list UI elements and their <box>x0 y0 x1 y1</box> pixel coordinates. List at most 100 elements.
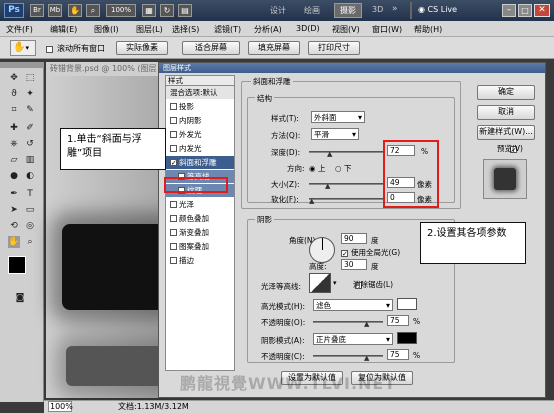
rotate-icon[interactable]: ↻ <box>160 4 174 17</box>
history-brush-icon[interactable]: ↺ <box>24 138 36 150</box>
style-checkbox[interactable] <box>170 102 177 110</box>
style-checkbox[interactable] <box>170 130 177 138</box>
menu-analysis[interactable]: 分析(A) <box>254 24 282 35</box>
highlight-opacity-input[interactable]: 75 <box>387 315 409 326</box>
actual-pixels-button[interactable]: 实际像素 <box>116 41 168 55</box>
workspace-design[interactable]: 设计 <box>270 5 286 16</box>
type-tool-icon[interactable]: T <box>24 188 36 200</box>
menu-image[interactable]: 图像(I) <box>94 24 119 35</box>
style-item-stroke[interactable]: 描边 <box>166 254 234 267</box>
bevel-style-select[interactable]: 外斜面 <box>311 111 365 123</box>
tool-preset-picker[interactable]: ✋▾ <box>10 40 36 56</box>
gradient-tool-icon[interactable]: ▥ <box>24 154 36 166</box>
clone-stamp-icon[interactable]: ⎈ <box>8 138 20 150</box>
style-item-outer-glow[interactable]: 外发光 <box>166 128 234 141</box>
direction-up-radio[interactable]: ◉ 上 <box>309 163 325 174</box>
foreground-color-swatch[interactable] <box>8 256 26 274</box>
menu-help[interactable]: 帮助(H) <box>414 24 442 35</box>
style-item-gradient-overlay[interactable]: 渐变叠加 <box>166 226 234 239</box>
style-checkbox[interactable] <box>170 214 177 222</box>
ok-button[interactable]: 确定 <box>477 85 535 100</box>
magic-wand-icon[interactable]: ✦ <box>24 88 36 100</box>
cs-live-button[interactable]: ◉ CS Live <box>418 5 457 14</box>
highlight-mode-select[interactable]: 滤色 <box>313 299 393 311</box>
eyedropper-icon[interactable]: ✎ <box>24 104 36 116</box>
highlight-opacity-thumb[interactable]: ▲ <box>364 321 370 328</box>
more-workspaces-icon[interactable]: » <box>392 4 398 14</box>
style-checkbox[interactable] <box>170 200 177 208</box>
angle-input[interactable]: 90 <box>341 233 367 244</box>
style-item-inner-shadow[interactable]: 内阴影 <box>166 114 234 127</box>
brush-tool-icon[interactable]: ✐ <box>24 122 36 134</box>
style-checkbox[interactable] <box>170 242 177 250</box>
shadow-opacity-thumb[interactable]: ▲ <box>364 355 370 362</box>
shape-tool-icon[interactable]: ▭ <box>24 204 36 216</box>
size-slider[interactable] <box>309 183 383 185</box>
gloss-contour-picker[interactable] <box>309 273 331 293</box>
style-checkbox[interactable] <box>170 144 177 152</box>
new-style-button[interactable]: 新建样式(W)... <box>477 125 535 140</box>
altitude-input[interactable]: 30 <box>341 259 367 270</box>
healing-brush-icon[interactable]: ✚ <box>8 122 20 134</box>
menu-view[interactable]: 视图(V) <box>332 24 360 35</box>
style-item-pattern-overlay[interactable]: 图案叠加 <box>166 240 234 253</box>
eraser-tool-icon[interactable]: ▱ <box>8 154 20 166</box>
menu-select[interactable]: 选择(S) <box>172 24 199 35</box>
status-zoom[interactable]: 100% <box>48 401 73 412</box>
menu-3d[interactable]: 3D(D) <box>296 24 320 33</box>
3d-rotate-icon[interactable]: ⟲ <box>8 220 20 232</box>
workspace-3d[interactable]: 3D <box>372 5 383 14</box>
grid-icon[interactable]: ▦ <box>142 4 156 17</box>
minimize-icon[interactable]: – <box>502 4 516 17</box>
depth-slider[interactable] <box>309 151 383 153</box>
menu-file[interactable]: 文件(F) <box>6 24 33 35</box>
style-item-inner-glow[interactable]: 内发光 <box>166 142 234 155</box>
arrange-icon[interactable]: ▤ <box>178 4 192 17</box>
marquee-tool-icon[interactable]: ⬚ <box>24 72 36 84</box>
angle-dial[interactable] <box>309 237 335 263</box>
global-light-checkbox[interactable]: ✓ <box>341 250 348 258</box>
styles-header[interactable]: 样式 <box>165 75 235 85</box>
bridge-icon[interactable]: Br <box>30 4 44 17</box>
style-item-satin[interactable]: 光泽 <box>166 198 234 211</box>
direction-down-radio[interactable]: ○ 下 <box>335 163 351 174</box>
soften-slider-thumb[interactable]: ▲ <box>309 198 315 205</box>
highlight-color-swatch[interactable] <box>397 298 417 310</box>
zoom-level[interactable]: 100% <box>106 4 136 17</box>
style-checkbox[interactable] <box>170 116 177 124</box>
shadow-opacity-slider[interactable] <box>313 355 383 357</box>
soften-slider[interactable] <box>309 198 383 200</box>
style-item-drop-shadow[interactable]: 投影 <box>166 100 234 113</box>
style-checkbox[interactable] <box>170 228 177 236</box>
mini-bridge-icon[interactable]: Mb <box>48 4 62 17</box>
crop-tool-icon[interactable]: ⌗ <box>8 104 20 116</box>
path-selection-icon[interactable]: ➤ <box>8 204 20 216</box>
menu-layer[interactable]: 图层(L) <box>136 24 163 35</box>
style-item-bevel-emboss[interactable]: ✓ 斜面和浮雕 <box>166 156 234 169</box>
style-checkbox[interactable] <box>170 256 177 264</box>
menu-filter[interactable]: 滤镜(T) <box>214 24 241 35</box>
dodge-tool-icon[interactable]: ◐ <box>24 170 36 182</box>
blur-tool-icon[interactable]: ● <box>8 170 20 182</box>
fit-screen-button[interactable]: 适合屏幕 <box>182 41 240 55</box>
workspace-photography[interactable]: 摄影 <box>334 3 362 18</box>
cancel-button[interactable]: 取消 <box>477 105 535 120</box>
depth-slider-thumb[interactable]: ▲ <box>327 151 333 158</box>
shadow-mode-select[interactable]: 正片叠底 <box>313 333 393 345</box>
quick-mask-icon[interactable]: ◙ <box>14 292 26 304</box>
style-checkbox-checked[interactable]: ✓ <box>170 158 177 166</box>
maximize-icon[interactable]: □ <box>518 4 532 17</box>
style-item-color-overlay[interactable]: 颜色叠加 <box>166 212 234 225</box>
scroll-all-checkbox[interactable] <box>46 46 53 53</box>
pen-tool-icon[interactable]: ✒ <box>8 188 20 200</box>
workspace-painting[interactable]: 绘画 <box>304 5 320 16</box>
zoom-tool-box-icon[interactable]: ⌕ <box>24 236 36 248</box>
print-size-button[interactable]: 打印尺寸 <box>308 41 360 55</box>
menu-window[interactable]: 窗口(W) <box>372 24 402 35</box>
3d-orbit-icon[interactable]: ◎ <box>24 220 36 232</box>
lasso-tool-icon[interactable]: ϑ <box>8 88 20 100</box>
shadow-opacity-input[interactable]: 75 <box>387 349 409 360</box>
size-slider-thumb[interactable]: ▲ <box>325 183 331 190</box>
document-canvas[interactable] <box>46 76 176 398</box>
move-tool-icon[interactable]: ✥ <box>8 72 20 84</box>
